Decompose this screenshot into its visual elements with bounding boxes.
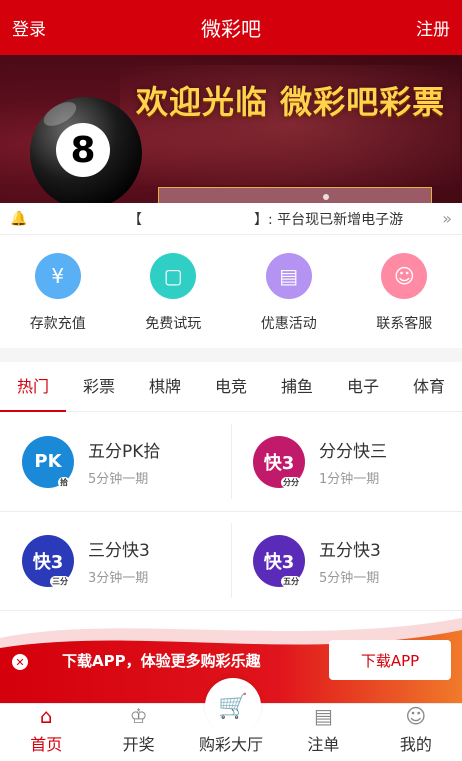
game-card[interactable]: 快3 五分 五分快3 5分钟一期 bbox=[231, 511, 462, 610]
close-icon[interactable]: ✕ bbox=[12, 654, 28, 670]
quick-actions: ¥ 存款充值 ▢ 免费试玩 ▤ 优惠活动 ☺ 联系客服 bbox=[0, 235, 462, 348]
game-name: 分分快三 bbox=[319, 441, 387, 462]
game-icon-sub: 分分 bbox=[281, 476, 301, 488]
game-name: 五分快3 bbox=[319, 540, 381, 561]
user-icon: ☺ bbox=[405, 704, 427, 728]
game-k3-icon: 快3 分分 bbox=[253, 435, 305, 488]
tabbar-mine[interactable]: ☺ 我的 bbox=[370, 704, 462, 761]
game-name: 三分快3 bbox=[88, 540, 150, 561]
quick-customer-service[interactable]: ☺ 联系客服 bbox=[347, 235, 462, 348]
divider bbox=[231, 523, 232, 598]
game-icon-sub: 三分 bbox=[50, 575, 70, 587]
game-period: 3分钟一期 bbox=[88, 570, 149, 586]
tabbar-label: 注单 bbox=[307, 735, 340, 754]
free-play-icon: ▢ bbox=[150, 253, 197, 299]
game-icon-text: PK bbox=[34, 451, 62, 472]
billiard-ball-image: 8 bbox=[30, 97, 142, 203]
trophy-icon: ♔ bbox=[129, 704, 148, 728]
divider bbox=[231, 424, 232, 499]
quick-label: 免费试玩 bbox=[145, 316, 202, 332]
tab-esports[interactable]: 电竞 bbox=[198, 362, 264, 412]
tabbar-draw-results[interactable]: ♔ 开奖 bbox=[92, 704, 184, 761]
tab-fishing[interactable]: 捕鱼 bbox=[264, 362, 330, 412]
banner-dot bbox=[323, 194, 329, 200]
quick-deposit[interactable]: ¥ 存款充值 bbox=[0, 235, 116, 348]
login-link[interactable]: 登录 bbox=[12, 15, 46, 40]
divider bbox=[0, 511, 462, 512]
announcement-bell-icon: 🔔 bbox=[10, 210, 28, 227]
game-card[interactable]: PK 拾 五分PK拾 5分钟一期 bbox=[0, 412, 231, 511]
tab-chess[interactable]: 棋牌 bbox=[132, 362, 198, 412]
game-k3-icon: 快3 三分 bbox=[22, 534, 74, 587]
game-k3-icon: 快3 五分 bbox=[253, 534, 305, 587]
tab-hot[interactable]: 热门 bbox=[0, 362, 66, 412]
game-card[interactable]: 快3 分分 分分快三 1分钟一期 bbox=[231, 412, 462, 511]
game-period: 5分钟一期 bbox=[88, 471, 149, 487]
game-card[interactable]: 快3 三分 三分快3 3分钟一期 bbox=[0, 511, 231, 610]
quick-promotion[interactable]: ▤ 优惠活动 bbox=[231, 235, 347, 348]
game-icon-text: 快3 bbox=[32, 551, 64, 573]
app-title: 微彩吧 bbox=[201, 17, 261, 41]
deposit-icon: ¥ bbox=[34, 253, 81, 299]
game-icon-sub: 五分 bbox=[281, 575, 301, 587]
quick-label: 优惠活动 bbox=[260, 316, 317, 332]
clipboard-icon: ▤ bbox=[313, 704, 333, 728]
notice-text: 【 】: 平台现已新增电子游 bbox=[128, 211, 404, 228]
game-period: 1分钟一期 bbox=[319, 471, 380, 487]
tab-sports[interactable]: 体育 bbox=[396, 362, 462, 412]
tabbar-label: 首页 bbox=[30, 735, 63, 754]
tabbar-label: 开奖 bbox=[122, 735, 155, 754]
quick-label: 联系客服 bbox=[376, 316, 433, 332]
game-period: 5分钟一期 bbox=[319, 570, 380, 586]
category-tabs: 热门 彩票 棋牌 电竞 捕鱼 电子 体育 bbox=[0, 362, 462, 412]
notice-bar[interactable]: 🔔 【 】: 平台现已新增电子游 » bbox=[0, 203, 462, 235]
game-icon-text: 快3 bbox=[263, 551, 295, 573]
tabbar-home[interactable]: ⌂ 首页 bbox=[0, 704, 92, 761]
tabbar-label: 我的 bbox=[399, 735, 432, 754]
download-message: 下载APP，体验更多购彩乐趣 bbox=[62, 652, 261, 670]
top-header: 登录 微彩吧 注册 bbox=[0, 0, 462, 55]
chevron-right-icon[interactable]: » bbox=[442, 209, 452, 228]
quick-label: 存款充值 bbox=[29, 316, 86, 332]
download-app-button[interactable]: 下载APP bbox=[329, 640, 451, 680]
tab-electronic[interactable]: 电子 bbox=[330, 362, 396, 412]
promotion-icon: ▤ bbox=[265, 253, 312, 299]
tabbar-label: 购彩大厅 bbox=[199, 735, 264, 754]
banner-welcome-text: 欢迎光临 微彩吧彩票 bbox=[136, 83, 446, 121]
cart-icon: 🛒 bbox=[218, 692, 248, 720]
lottery-hall-button[interactable]: 🛒 bbox=[205, 678, 261, 734]
register-link[interactable]: 注册 bbox=[416, 15, 450, 40]
quick-free-play[interactable]: ▢ 免费试玩 bbox=[116, 235, 232, 348]
game-pk10-icon: PK 拾 bbox=[22, 435, 74, 488]
customer-service-icon: ☺ bbox=[381, 253, 428, 299]
game-name: 五分PK拾 bbox=[88, 441, 161, 462]
game-icon-sub: 拾 bbox=[58, 476, 70, 488]
banner-placeholder-bar bbox=[158, 187, 432, 203]
ball-number: 8 bbox=[56, 123, 110, 177]
tabbar-bets[interactable]: ▤ 注单 bbox=[277, 704, 369, 761]
game-icon-text: 快3 bbox=[263, 452, 295, 474]
home-icon: ⌂ bbox=[39, 704, 53, 728]
promo-banner[interactable]: 8 欢迎光临 微彩吧彩票 bbox=[0, 55, 462, 203]
tab-lottery[interactable]: 彩票 bbox=[66, 362, 132, 412]
